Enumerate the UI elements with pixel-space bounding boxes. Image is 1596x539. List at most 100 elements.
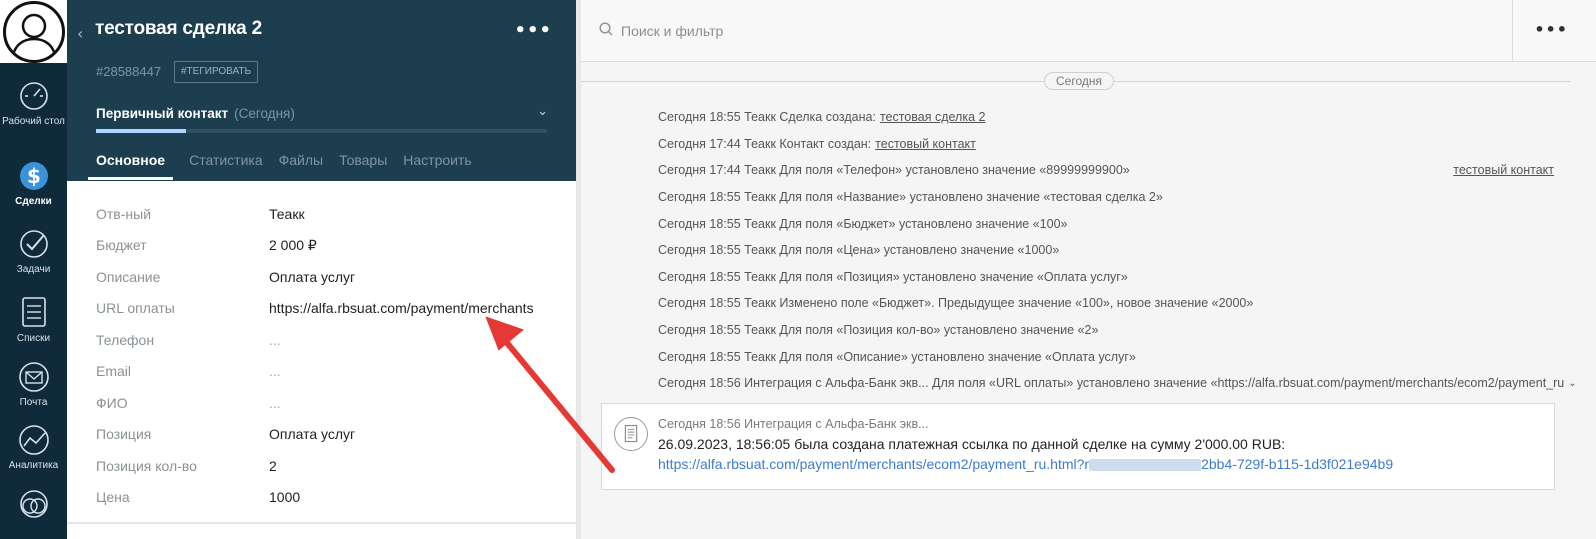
nav-item-tasks[interactable]: Задачи <box>0 228 67 276</box>
field-value[interactable]: 2 <box>269 458 277 474</box>
stage-chevron-down-icon[interactable]: ⌄ <box>537 104 548 119</box>
event-text: Сегодня 18:55 Теакк Сделка создана: <box>658 110 876 125</box>
field-value[interactable]: 2 000 ₽ <box>269 237 317 254</box>
tab-statistics[interactable]: Статистика <box>189 152 263 180</box>
deal-title[interactable]: тестовая сделка 2 <box>95 18 262 40</box>
field-label: Позиция кол-во <box>96 457 197 474</box>
deal-id: #28588447 <box>96 64 162 79</box>
svg-text:$: $ <box>27 164 41 188</box>
deals-icon: $ <box>19 162 48 190</box>
search-icon <box>599 22 613 36</box>
nav-item-mail[interactable]: Почта <box>0 361 67 409</box>
stage-progress-fill <box>96 129 187 133</box>
field-row: Описание Оплата услуг <box>96 261 556 293</box>
settings-icon <box>19 490 48 518</box>
nav-item-more[interactable] <box>0 488 67 524</box>
field-row: ФИО... <box>96 387 556 419</box>
event-item: Сегодня 18:55 Теакк Для поля «Бюджет» ус… <box>658 210 1548 237</box>
nav-item-lists[interactable]: Списки <box>0 295 67 345</box>
event-link[interactable]: тестовая сделка 2 <box>880 110 986 124</box>
nav-item-deals[interactable]: $ Сделки <box>0 158 67 208</box>
feed-more-menu-icon[interactable]: ••• <box>1534 20 1568 39</box>
payment-link[interactable]: https://alfa.rbsuat.com/payment/merchant… <box>658 456 1393 472</box>
event-text: Сегодня 18:55 Теакк Для поля «Позиция» у… <box>658 269 1128 284</box>
document-icon <box>614 417 648 451</box>
payment-link-end: 2bb4-729f-b115-1d3f021e94b9 <box>1201 456 1394 472</box>
field-row: Цена 1000 <box>96 482 556 514</box>
event-text: Сегодня 17:44 Теакк Контакт создан: <box>658 136 872 151</box>
field-row: Позиция Оплата услуг <box>96 419 556 451</box>
tab-products[interactable]: Товары <box>339 152 387 180</box>
note-meta: Сегодня 18:56 Интеграция с Альфа-Банк эк… <box>658 417 929 431</box>
tasks-icon <box>19 230 48 258</box>
deal-card: ‹ тестовая сделка 2 ••• #28588447 #ТЕГИР… <box>67 0 576 539</box>
event-text: Сегодня 18:55 Теакк Для поля «Бюджет» ус… <box>658 216 1068 231</box>
deal-fields: Отв-ный Теакк Бюджет 2 000 ₽ Описание Оплат… <box>96 198 556 513</box>
redacted-block <box>1089 459 1202 472</box>
feed-toolbar: ••• <box>581 0 1596 62</box>
nav-item-analytics[interactable]: Аналитика <box>0 424 67 472</box>
event-text: Сегодня 18:55 Теакк Для поля «Позиция ко… <box>658 323 1099 338</box>
field-row: Email... <box>96 356 556 388</box>
date-separator-pill: Сегодня <box>1044 72 1114 90</box>
field-value[interactable]: Оплата услуг <box>269 426 355 442</box>
note-text: 26.09.2023, 18:56:05 была создана платеж… <box>658 436 1286 452</box>
event-item: Сегодня 17:44 Теакк Для поля «Телефон» у… <box>658 157 1554 184</box>
field-label: Бюджет <box>96 237 147 254</box>
field-label: Отв-ный <box>96 205 152 222</box>
field-value[interactable]: 1000 <box>269 489 300 505</box>
more-menu-icon[interactable]: ••• <box>514 20 552 41</box>
event-text: Сегодня 18:55 Теакк Для поля «Описание» … <box>658 349 1136 364</box>
field-value[interactable]: ... <box>269 395 281 411</box>
field-value[interactable]: Оплата услуг <box>269 269 355 285</box>
event-item: Сегодня 18:55 Теакк Изменено поле «Бюдже… <box>658 290 1548 317</box>
tag-button[interactable]: #ТЕГИРОВАТЬ <box>174 61 259 83</box>
analytics-icon <box>18 425 49 455</box>
field-label: ФИО <box>96 394 128 411</box>
card-bottom-divider <box>67 522 576 524</box>
stage-selector[interactable]: Первичный контакт (Сегодня) <box>96 106 295 121</box>
field-row: Телефон... <box>96 324 556 356</box>
event-text: Сегодня 18:56 Интеграция с Альфа-Банк эк… <box>658 376 1565 391</box>
nav-label: Почта <box>19 397 48 408</box>
field-value[interactable]: https://alfa.rbsuat.com/payment/merchant… <box>269 300 534 316</box>
field-label: Позиция <box>96 426 152 443</box>
field-row: Отв-ный Теакк <box>96 198 556 230</box>
mail-icon <box>18 362 49 392</box>
nav-label: Сделки <box>15 196 52 207</box>
tab-files[interactable]: Файлы <box>279 152 323 180</box>
field-value[interactable]: ... <box>269 363 281 379</box>
payment-link-start: https://alfa.rbsuat.com/payment/merchant… <box>658 456 1090 472</box>
activity-feed: ••• Сегодня Сегодня 18:55 Теакк Сделка с… <box>581 0 1596 539</box>
field-row: Позиция кол-во 2 <box>96 450 556 482</box>
event-item: Сегодня 18:55 Теакк Для поля «Позиция ко… <box>658 317 1548 344</box>
avatar-icon <box>2 0 65 63</box>
field-value[interactable]: Теакк <box>269 206 305 222</box>
event-text: Сегодня 17:44 Теакк Для поля «Телефон» у… <box>658 163 1130 178</box>
field-label: Телефон <box>96 331 155 348</box>
nav-label: Аналитика <box>8 460 59 471</box>
event-item: Сегодня 18:55 Теакк Для поля «Описание» … <box>658 343 1548 370</box>
back-chevron-icon[interactable]: ‹ <box>77 24 91 43</box>
tab-configure[interactable]: Настроить <box>403 152 471 180</box>
left-nav-rail: Рабочий стол $ Сделки Задачи Списки Почт <box>0 0 67 539</box>
field-label: Цена <box>96 489 130 506</box>
lists-icon <box>21 297 46 327</box>
tab-main[interactable]: Основное <box>88 152 174 180</box>
event-text: Сегодня 18:55 Теакк Для поля «Цена» уста… <box>658 243 1060 258</box>
nav-label: Списки <box>16 333 51 344</box>
event-item: Сегодня 18:55 Теакк Для поля «Позиция» у… <box>658 264 1548 291</box>
expand-chevron-icon[interactable]: ⌄ <box>1568 378 1576 389</box>
nav-label: Рабочий стол <box>2 116 65 127</box>
field-value[interactable]: ... <box>269 332 281 348</box>
user-avatar[interactable] <box>0 0 67 63</box>
dashboard-icon <box>19 82 48 110</box>
event-text: Сегодня 18:55 Теакк Для поля «Название» … <box>658 190 1163 205</box>
nav-item-dashboard[interactable]: Рабочий стол <box>0 80 67 128</box>
search-filter-input[interactable] <box>621 18 1501 44</box>
event-link[interactable]: тестовый контакт <box>875 137 976 151</box>
event-item[interactable]: Сегодня 18:56 Интеграция с Альфа-Банк эк… <box>658 370 1577 397</box>
event-contact-link[interactable]: тестовый контакт <box>1453 163 1554 177</box>
field-row: Бюджет 2 000 ₽ <box>96 230 556 262</box>
field-label: URL оплаты <box>96 300 175 317</box>
